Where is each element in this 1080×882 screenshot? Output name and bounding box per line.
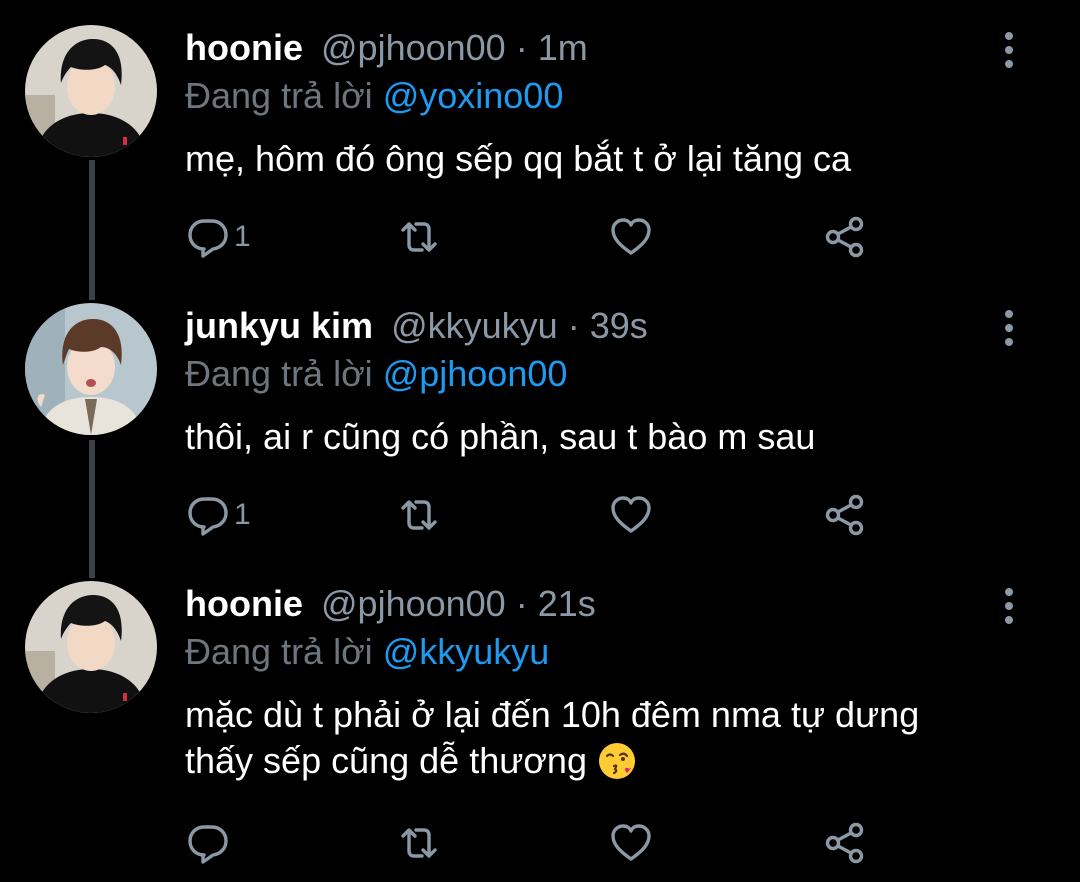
timestamp[interactable]: 1m xyxy=(538,27,588,68)
retweet-button[interactable] xyxy=(397,818,441,868)
replying-to-label: Đang trả lời xyxy=(185,75,373,116)
like-icon xyxy=(609,215,653,259)
avatar[interactable] xyxy=(25,25,157,157)
action-bar: 1 xyxy=(0,490,1080,540)
display-name[interactable]: hoonie xyxy=(185,27,303,68)
reply-button[interactable] xyxy=(186,818,234,868)
separator: · xyxy=(515,583,528,624)
reply-mention-link[interactable]: @yoxino00 xyxy=(383,75,564,116)
more-icon[interactable] xyxy=(996,30,1022,70)
retweet-button[interactable] xyxy=(397,212,441,262)
reply-button[interactable]: 1 xyxy=(186,490,251,540)
tweet-text: mặc dù t phải ở lại đến 10h đêm nma tự d… xyxy=(185,692,1025,784)
action-bar xyxy=(0,818,1080,868)
retweet-icon xyxy=(397,493,441,537)
more-icon[interactable] xyxy=(996,586,1022,626)
share-icon xyxy=(823,215,867,259)
separator: · xyxy=(515,27,528,68)
avatar[interactable] xyxy=(25,581,157,713)
separator: · xyxy=(567,305,580,346)
tweet-3[interactable]: hoonie @pjhoon00 · 21s Đang trả lời @kky… xyxy=(0,556,1080,882)
share-button[interactable] xyxy=(823,818,867,868)
like-icon xyxy=(609,821,653,865)
retweet-button[interactable] xyxy=(397,490,441,540)
display-name[interactable]: hoonie xyxy=(185,583,303,624)
kiss-emoji-icon xyxy=(597,741,637,781)
user-handle: @pjhoon00 xyxy=(321,583,506,624)
replying-to-label: Đang trả lời xyxy=(185,353,373,394)
share-icon xyxy=(823,493,867,537)
like-button[interactable] xyxy=(609,212,653,262)
reply-icon xyxy=(186,821,230,865)
share-button[interactable] xyxy=(823,490,867,540)
reply-icon xyxy=(186,215,230,259)
tweet-2[interactable]: junkyu kim @kkyukyu · 39s Đang trả lời @… xyxy=(0,278,1080,556)
reply-button[interactable]: 1 xyxy=(186,212,251,262)
replying-to: Đang trả lời @kkyukyu xyxy=(185,630,549,674)
action-bar: 1 xyxy=(0,212,1080,262)
replying-to-label: Đang trả lời xyxy=(185,631,373,672)
retweet-icon xyxy=(397,215,441,259)
tweet-1[interactable]: hoonie @pjhoon00 · 1m Đang trả lời @yoxi… xyxy=(0,0,1080,278)
like-button[interactable] xyxy=(609,818,653,868)
retweet-icon xyxy=(397,821,441,865)
tweet-header: hoonie @pjhoon00 · 21s xyxy=(185,582,596,626)
tweet-text-line-2: thấy sếp cũng dễ thương xyxy=(185,738,1025,784)
tweet-text-line-1: mặc dù t phải ở lại đến 10h đêm nma tự d… xyxy=(185,694,920,735)
like-button[interactable] xyxy=(609,490,653,540)
timestamp[interactable]: 21s xyxy=(538,583,596,624)
display-name[interactable]: junkyu kim xyxy=(185,305,373,346)
tweet-header: junkyu kim @kkyukyu · 39s xyxy=(185,304,648,348)
avatar-photo xyxy=(25,581,157,713)
more-icon[interactable] xyxy=(996,308,1022,348)
reply-mention-link[interactable]: @kkyukyu xyxy=(383,631,550,672)
share-icon xyxy=(823,821,867,865)
avatar[interactable] xyxy=(25,303,157,435)
share-button[interactable] xyxy=(823,212,867,262)
tweet-text: thôi, ai r cũng có phần, sau t bào m sau xyxy=(185,416,816,457)
timestamp[interactable]: 39s xyxy=(590,305,648,346)
tweet-header: hoonie @pjhoon00 · 1m xyxy=(185,26,588,70)
user-handle: @pjhoon00 xyxy=(321,27,506,68)
replying-to: Đang trả lời @yoxino00 xyxy=(185,74,563,118)
avatar-photo xyxy=(25,303,157,435)
tweet-text-line-2-words: thấy sếp cũng dễ thương xyxy=(185,740,587,781)
like-icon xyxy=(609,493,653,537)
tweet-text: mẹ, hôm đó ông sếp qq bắt t ở lại tăng c… xyxy=(185,138,852,179)
reply-icon xyxy=(186,493,230,537)
reply-count: 1 xyxy=(234,220,251,253)
reply-mention-link[interactable]: @pjhoon00 xyxy=(383,353,568,394)
reply-count: 1 xyxy=(234,498,251,531)
replying-to: Đang trả lời @pjhoon00 xyxy=(185,352,567,396)
avatar-photo xyxy=(25,25,157,157)
user-handle: @kkyukyu xyxy=(391,305,558,346)
